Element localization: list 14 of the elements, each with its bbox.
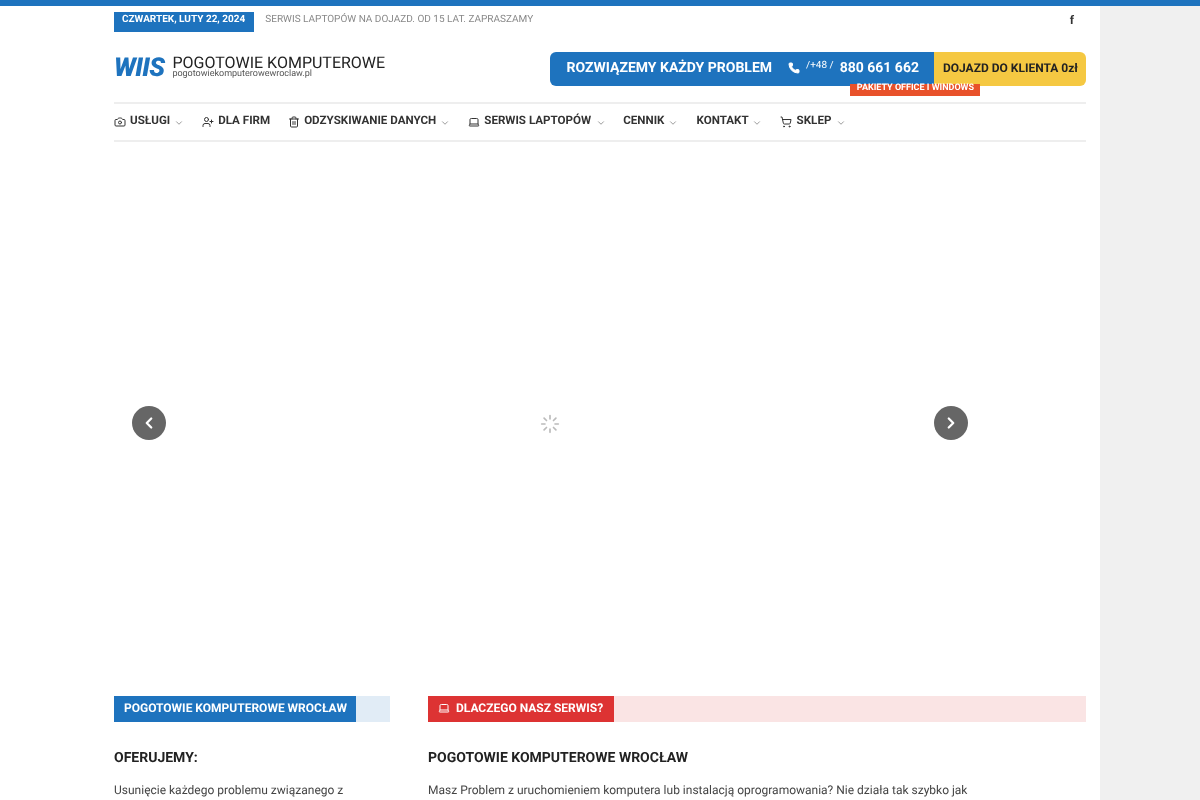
laptop-icon [468,116,481,128]
previous-button[interactable] [132,406,166,440]
logo-mark[interactable]: WIIS [114,55,165,81]
chevron-left-icon [140,414,158,432]
camera-icon [114,116,126,128]
cart-icon [780,116,793,128]
logo-title: POGOTOWIE KOMPUTEROWE [172,55,386,72]
user-plus-icon [202,116,215,128]
loading-icon [540,413,560,433]
next-button[interactable] [934,406,968,440]
phone-icon [788,62,801,74]
trash-icon [288,116,301,128]
laptop-icon [438,702,450,715]
chevron-right-icon [942,414,960,432]
